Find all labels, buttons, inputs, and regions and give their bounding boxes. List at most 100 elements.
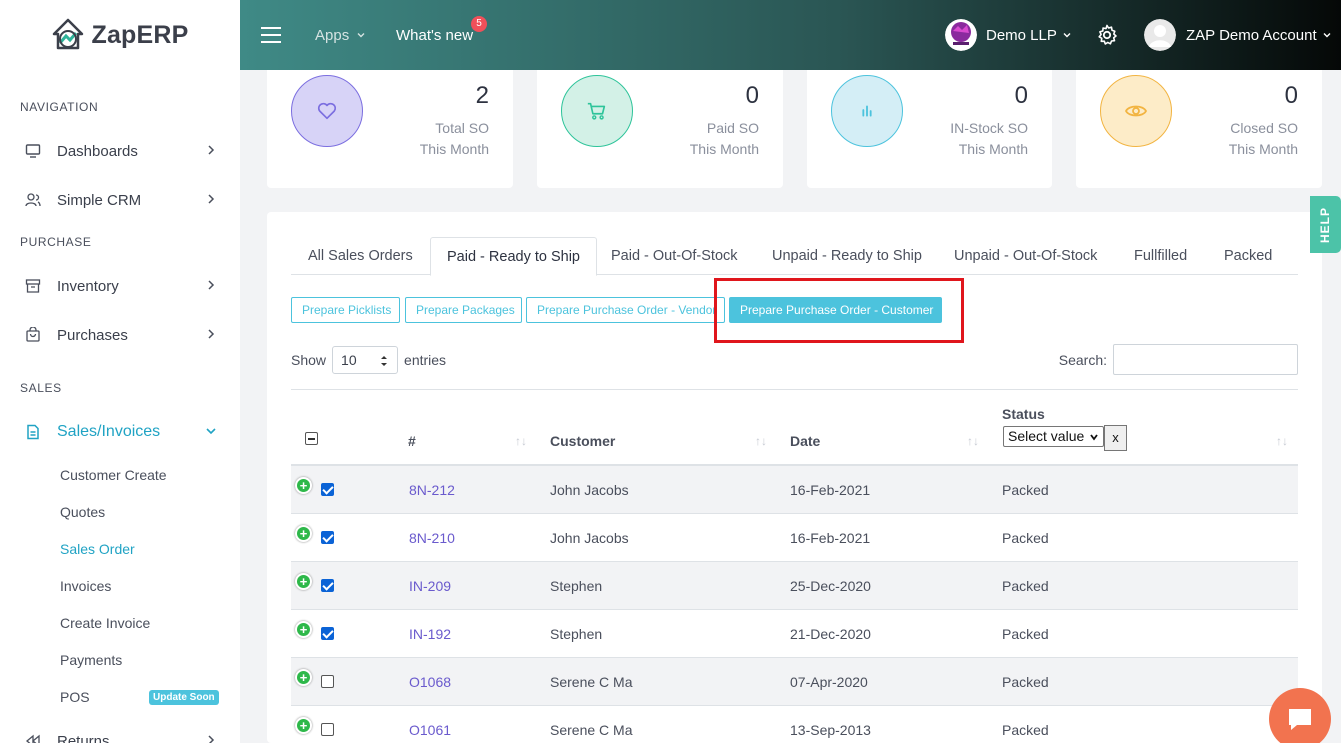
customer-cell: John Jacobs (550, 530, 629, 546)
expand-row-icon[interactable]: + (295, 621, 312, 638)
table-row[interactable]: + 8N-212 John Jacobs 16-Feb-2021 Packed (291, 466, 1298, 514)
date-cell: 13-Sep-2013 (790, 722, 871, 738)
column-header-customer[interactable]: Customer (550, 433, 615, 449)
row-checkbox[interactable] (321, 723, 334, 736)
tab-all-sales-orders[interactable]: All Sales Orders (308, 237, 413, 275)
users-icon (24, 191, 42, 209)
entries-select[interactable]: 10 (332, 346, 399, 374)
chevron-right-icon (208, 735, 215, 743)
whats-new-link[interactable]: What's new (396, 0, 473, 70)
eye-icon (1100, 75, 1172, 147)
sidebar-subitem-customer-create[interactable]: Customer Create (60, 467, 167, 483)
sidebar-item-returns[interactable]: Returns (24, 726, 218, 743)
status-filter-select[interactable]: Select value (1003, 426, 1104, 447)
tab-packed[interactable]: Packed (1224, 237, 1272, 275)
sort-icon[interactable]: ↑↓ (1276, 434, 1288, 448)
row-checkbox[interactable] (321, 627, 334, 640)
order-number-link[interactable]: 8N-210 (409, 530, 455, 546)
select-all-checkbox[interactable] (305, 432, 318, 445)
table-row[interactable]: + O1061 Serene C Ma 13-Sep-2013 Packed (291, 706, 1298, 743)
sidebar-item-sales-invoices[interactable]: Sales/Invoices (24, 417, 218, 447)
user-avatar (1144, 19, 1176, 51)
sidebar-subitem-pos[interactable]: POS (60, 689, 90, 705)
rewind-icon (24, 732, 42, 743)
sidebar-subitem-quotes[interactable]: Quotes (60, 504, 105, 520)
date-cell: 25-Dec-2020 (790, 578, 871, 594)
whats-new-label: What's new (396, 26, 474, 44)
prepare-picklists-button[interactable]: Prepare Picklists (291, 297, 400, 323)
clear-filter-button[interactable]: x (1104, 425, 1127, 451)
sidebar-item-dashboards[interactable]: Dashboards (24, 136, 218, 166)
heart-icon (291, 75, 363, 147)
sidebar-item-inventory[interactable]: Inventory (24, 271, 218, 301)
order-number-link[interactable]: IN-192 (409, 626, 451, 642)
stat-value: 0 (1014, 82, 1028, 109)
chevron-right-icon (208, 194, 215, 204)
expand-row-icon[interactable]: + (295, 717, 312, 734)
company-switcher[interactable]: Demo LLP (945, 0, 1073, 70)
table-search: Search: (1059, 344, 1298, 375)
prepare-po-vendor-button[interactable]: Prepare Purchase Order - Vendor (526, 297, 725, 323)
account-name: ZAP Demo Account (1186, 26, 1317, 44)
table-row[interactable]: + O1068 Serene C Ma 07-Apr-2020 Packed (291, 658, 1298, 706)
table-row[interactable]: + IN-209 Stephen 25-Dec-2020 Packed (291, 562, 1298, 610)
menu-toggle-icon[interactable] (260, 0, 282, 70)
status-cell: Packed (1002, 626, 1049, 642)
settings-gear[interactable] (1095, 0, 1119, 70)
tab-paid-ready-to-ship[interactable]: Paid - Ready to Ship (430, 237, 597, 276)
row-checkbox[interactable] (321, 483, 334, 496)
row-checkbox[interactable] (321, 531, 334, 544)
monitor-icon (24, 142, 42, 160)
file-text-icon (24, 423, 42, 441)
stat-card-in-stock-so: 0 IN-Stock SO This Month (807, 70, 1052, 188)
apps-menu[interactable]: Apps (315, 0, 367, 70)
sidebar-item-simple-crm[interactable]: Simple CRM (24, 185, 218, 215)
help-tab[interactable]: HELP (1310, 196, 1341, 253)
table-row[interactable]: + IN-192 Stephen 21-Dec-2020 Packed (291, 610, 1298, 658)
account-menu[interactable]: ZAP Demo Account (1144, 0, 1333, 70)
order-number-link[interactable]: IN-209 (409, 578, 451, 594)
sort-icon[interactable]: ↑↓ (515, 434, 527, 448)
date-cell: 21-Dec-2020 (790, 626, 871, 642)
expand-row-icon[interactable]: + (295, 525, 312, 542)
order-tabs: All Sales Orders Paid - Ready to Ship Pa… (291, 237, 1298, 276)
sidebar-subitem-create-invoice[interactable]: Create Invoice (60, 615, 150, 631)
order-number-link[interactable]: O1068 (409, 674, 451, 690)
column-header-status[interactable]: Status (1002, 406, 1045, 422)
sidebar-subitem-invoices[interactable]: Invoices (60, 578, 111, 594)
tab-unpaid-out-of-stock[interactable]: Unpaid - Out-Of-Stock (954, 237, 1097, 275)
tab-fullfilled[interactable]: Fullfilled (1134, 237, 1187, 275)
sort-icon[interactable]: ↑↓ (755, 434, 767, 448)
expand-row-icon[interactable]: + (295, 573, 312, 590)
sidebar-subitem-sales-order[interactable]: Sales Order (60, 541, 135, 557)
expand-row-icon[interactable]: + (295, 477, 312, 494)
expand-row-icon[interactable]: + (295, 669, 312, 686)
column-header-date[interactable]: Date (790, 433, 820, 449)
chevron-down-icon (1063, 33, 1071, 38)
sidebar-item-label: Purchases (57, 326, 128, 344)
status-cell: Packed (1002, 674, 1049, 690)
chat-launcher[interactable] (1269, 688, 1331, 743)
brand-logo[interactable]: ZapERP (0, 0, 240, 70)
tab-paid-out-of-stock[interactable]: Paid - Out-Of-Stock (611, 237, 738, 275)
sidebar-item-label: Inventory (57, 277, 119, 295)
customer-cell: Serene C Ma (550, 674, 633, 690)
row-checkbox[interactable] (321, 675, 334, 688)
shopping-bag-icon (24, 326, 42, 344)
sort-icon[interactable]: ↑↓ (967, 434, 979, 448)
tab-unpaid-ready-to-ship[interactable]: Unpaid - Ready to Ship (772, 237, 922, 275)
sidebar-item-purchases[interactable]: Purchases (24, 320, 218, 350)
chevron-down-icon (1323, 33, 1331, 38)
stat-value: 0 (745, 82, 759, 109)
prepare-packages-button[interactable]: Prepare Packages (405, 297, 522, 323)
order-number-link[interactable]: O1061 (409, 722, 451, 738)
row-checkbox[interactable] (321, 579, 334, 592)
update-soon-badge: Update Soon (149, 690, 219, 705)
order-number-link[interactable]: 8N-212 (409, 482, 455, 498)
column-header-number[interactable]: # (408, 433, 416, 449)
table-row[interactable]: + 8N-210 John Jacobs 16-Feb-2021 Packed (291, 514, 1298, 562)
date-cell: 16-Feb-2021 (790, 530, 871, 546)
sidebar-subitem-payments[interactable]: Payments (60, 652, 122, 668)
search-input[interactable] (1113, 344, 1298, 375)
stat-value: 0 (1284, 82, 1298, 109)
